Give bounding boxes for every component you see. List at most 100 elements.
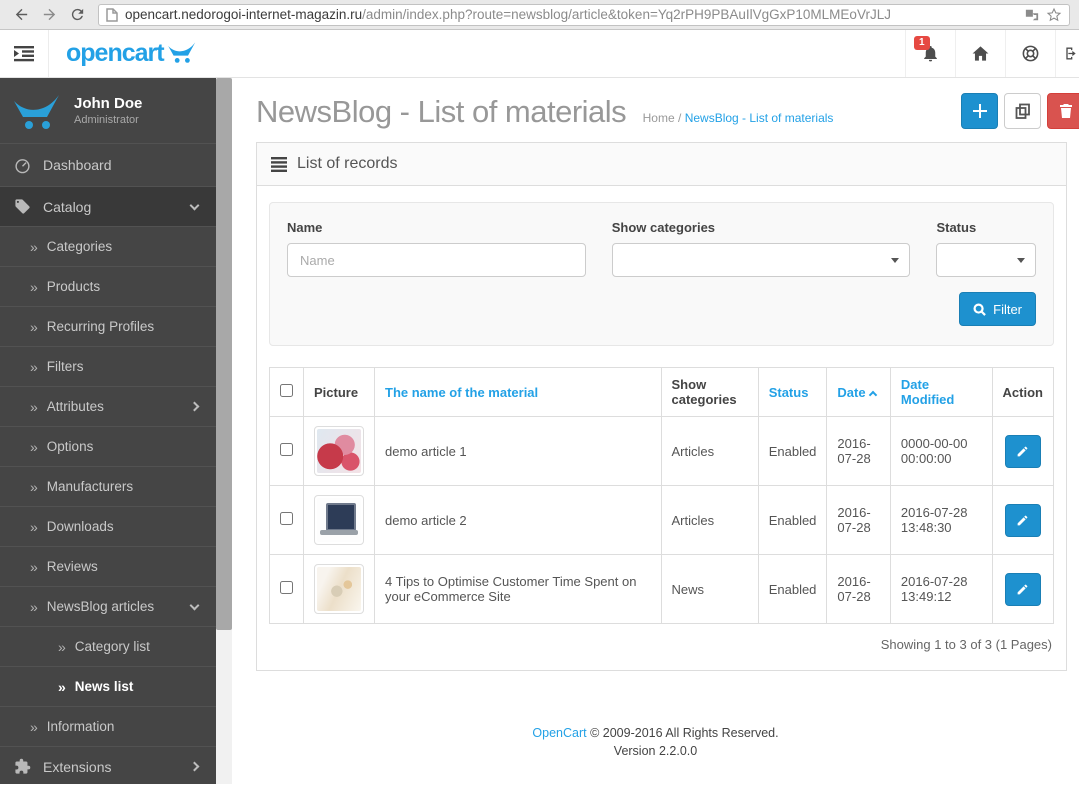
material-categories: Articles xyxy=(660,416,759,486)
filter-categories-label: Show categories xyxy=(611,220,716,235)
double-angle-icon: » xyxy=(30,438,38,455)
panel-body: Name Show categories Status xyxy=(257,186,1066,670)
bookmark-star-icon[interactable] xyxy=(1046,7,1062,23)
filter-categories-select[interactable] xyxy=(611,243,911,277)
forward-arrow-icon xyxy=(43,8,55,21)
dashboard-gauge-icon xyxy=(14,157,31,174)
sidebar-item-label: Manufacturers xyxy=(46,479,134,494)
material-categories: Articles xyxy=(660,485,759,555)
browser-reload-button[interactable] xyxy=(65,3,89,27)
article-thumbnail xyxy=(314,495,364,545)
sidebar-item-reviews[interactable]: » Reviews xyxy=(0,546,216,586)
user-profile[interactable]: John Doe Administrator xyxy=(0,78,216,143)
breadcrumb-home[interactable]: Home xyxy=(643,111,675,125)
add-new-button[interactable] xyxy=(961,93,998,129)
page-icon xyxy=(106,7,118,22)
sidebar-item-products[interactable]: » Products xyxy=(0,266,216,306)
sidebar-item-news-list[interactable]: » News list xyxy=(0,666,216,706)
sidebar-item-options[interactable]: » Options xyxy=(0,426,216,466)
flowers-photo-thumbnail xyxy=(317,429,361,473)
row-checkbox[interactable] xyxy=(280,581,293,594)
scrollbar-thumb[interactable] xyxy=(216,78,232,630)
material-date-modified: 2016-07-28 13:49:12 xyxy=(889,554,993,624)
chevron-down-icon xyxy=(189,200,200,211)
filter-button[interactable]: Filter xyxy=(959,292,1037,326)
select-all-checkbox[interactable] xyxy=(280,384,293,397)
sidebar-item-downloads[interactable]: » Downloads xyxy=(0,506,216,546)
breadcrumb: Home / NewsBlog - List of materials xyxy=(643,111,834,125)
material-name: demo article 1 xyxy=(374,416,662,486)
sidebar-item-manufacturers[interactable]: » Manufacturers xyxy=(0,466,216,506)
dropdown-caret-icon xyxy=(1017,257,1026,263)
sidebar-item-categories[interactable]: » Categories xyxy=(0,226,216,266)
sidebar-item-label: Category list xyxy=(74,639,150,654)
user-info: John Doe Administrator xyxy=(74,95,142,126)
column-header-action: Action xyxy=(991,367,1055,417)
page-header: NewsBlog - List of materials Home / News… xyxy=(232,78,1079,136)
filter-status-label: Status xyxy=(936,220,977,235)
notifications-button[interactable]: 1 xyxy=(905,30,955,77)
header-icon-group: 1 xyxy=(905,30,1079,77)
edit-button[interactable] xyxy=(1004,572,1041,606)
puzzle-icon xyxy=(14,758,31,775)
filter-name-input[interactable] xyxy=(287,243,586,277)
logout-button[interactable] xyxy=(1055,30,1079,77)
user-role: Administrator xyxy=(74,113,139,126)
row-checkbox[interactable] xyxy=(280,443,293,456)
breadcrumb-current[interactable]: NewsBlog - List of materials xyxy=(685,111,834,125)
browser-forward-button[interactable] xyxy=(37,3,61,27)
sidebar-item-label: Extensions xyxy=(43,758,112,775)
support-button[interactable] xyxy=(1005,30,1055,77)
sidebar-item-label: NewsBlog articles xyxy=(46,599,155,614)
tag-icon xyxy=(14,198,31,215)
double-angle-icon: » xyxy=(58,638,66,655)
sidebar-item-attributes[interactable]: » Attributes xyxy=(0,386,216,426)
sort-asc-icon xyxy=(868,390,877,399)
sidebar-item-category-list[interactable]: » Category list xyxy=(0,626,216,666)
column-header-date[interactable]: Date xyxy=(837,385,877,400)
sidebar-item-catalog[interactable]: Catalog xyxy=(0,186,216,226)
double-angle-icon: » xyxy=(30,558,38,575)
double-angle-icon: » xyxy=(30,518,38,535)
browser-back-button[interactable] xyxy=(9,3,33,27)
row-checkbox[interactable] xyxy=(280,512,293,525)
pencil-icon xyxy=(1017,446,1028,456)
user-name: John Doe xyxy=(74,95,143,113)
column-header-name[interactable]: The name of the material xyxy=(385,385,538,400)
column-header-categories: Show categories xyxy=(660,367,759,417)
material-status: Enabled xyxy=(757,554,828,624)
filter-status-select[interactable] xyxy=(936,243,1037,277)
toolbar-buttons xyxy=(961,93,1079,129)
translate-icon[interactable] xyxy=(1025,8,1039,22)
content-area: NewsBlog - List of materials Home / News… xyxy=(232,78,1079,784)
sidebar-item-recurring-profiles[interactable]: » Recurring Profiles xyxy=(0,306,216,346)
filter-name-label: Name xyxy=(287,220,323,235)
material-categories: News xyxy=(660,554,759,624)
chevron-right-icon xyxy=(189,761,200,772)
sidebar-toggle-button[interactable] xyxy=(0,30,49,77)
opencart-logo-text: opencart xyxy=(66,39,165,67)
column-header-date-modified[interactable]: Date Modified xyxy=(901,377,954,407)
edit-button[interactable] xyxy=(1004,434,1041,468)
table-header-row: Picture The name of the material Show ca… xyxy=(269,367,1055,417)
edit-button[interactable] xyxy=(1004,503,1041,537)
address-bar[interactable]: opencart.nedorogoi-internet-magazin.ru/a… xyxy=(98,3,1070,26)
sidebar-item-dashboard[interactable]: Dashboard xyxy=(0,143,216,186)
sidebar-item-label: Filters xyxy=(46,359,84,374)
laptop-photo-thumbnail xyxy=(317,498,361,542)
back-arrow-icon xyxy=(15,8,27,21)
sidebar-item-label: Reviews xyxy=(46,559,98,574)
reload-icon xyxy=(71,8,83,21)
sidebar-item-newsblog-articles[interactable]: » NewsBlog articles xyxy=(0,586,216,626)
storefront-home-button[interactable] xyxy=(955,30,1005,77)
sidebar-item-information[interactable]: » Information xyxy=(0,706,216,746)
delete-button[interactable] xyxy=(1047,93,1079,129)
copy-button[interactable] xyxy=(1004,93,1041,129)
sidebar-item-extensions[interactable]: Extensions xyxy=(0,746,216,786)
opencart-logo[interactable]: opencart xyxy=(66,30,197,77)
footer-opencart-link[interactable]: OpenCart xyxy=(532,726,586,740)
sidebar-scrollbar[interactable] xyxy=(216,78,232,784)
sidebar-item-label: Catalog xyxy=(43,198,92,215)
sidebar-item-filters[interactable]: » Filters xyxy=(0,346,216,386)
column-header-status[interactable]: Status xyxy=(769,385,809,400)
